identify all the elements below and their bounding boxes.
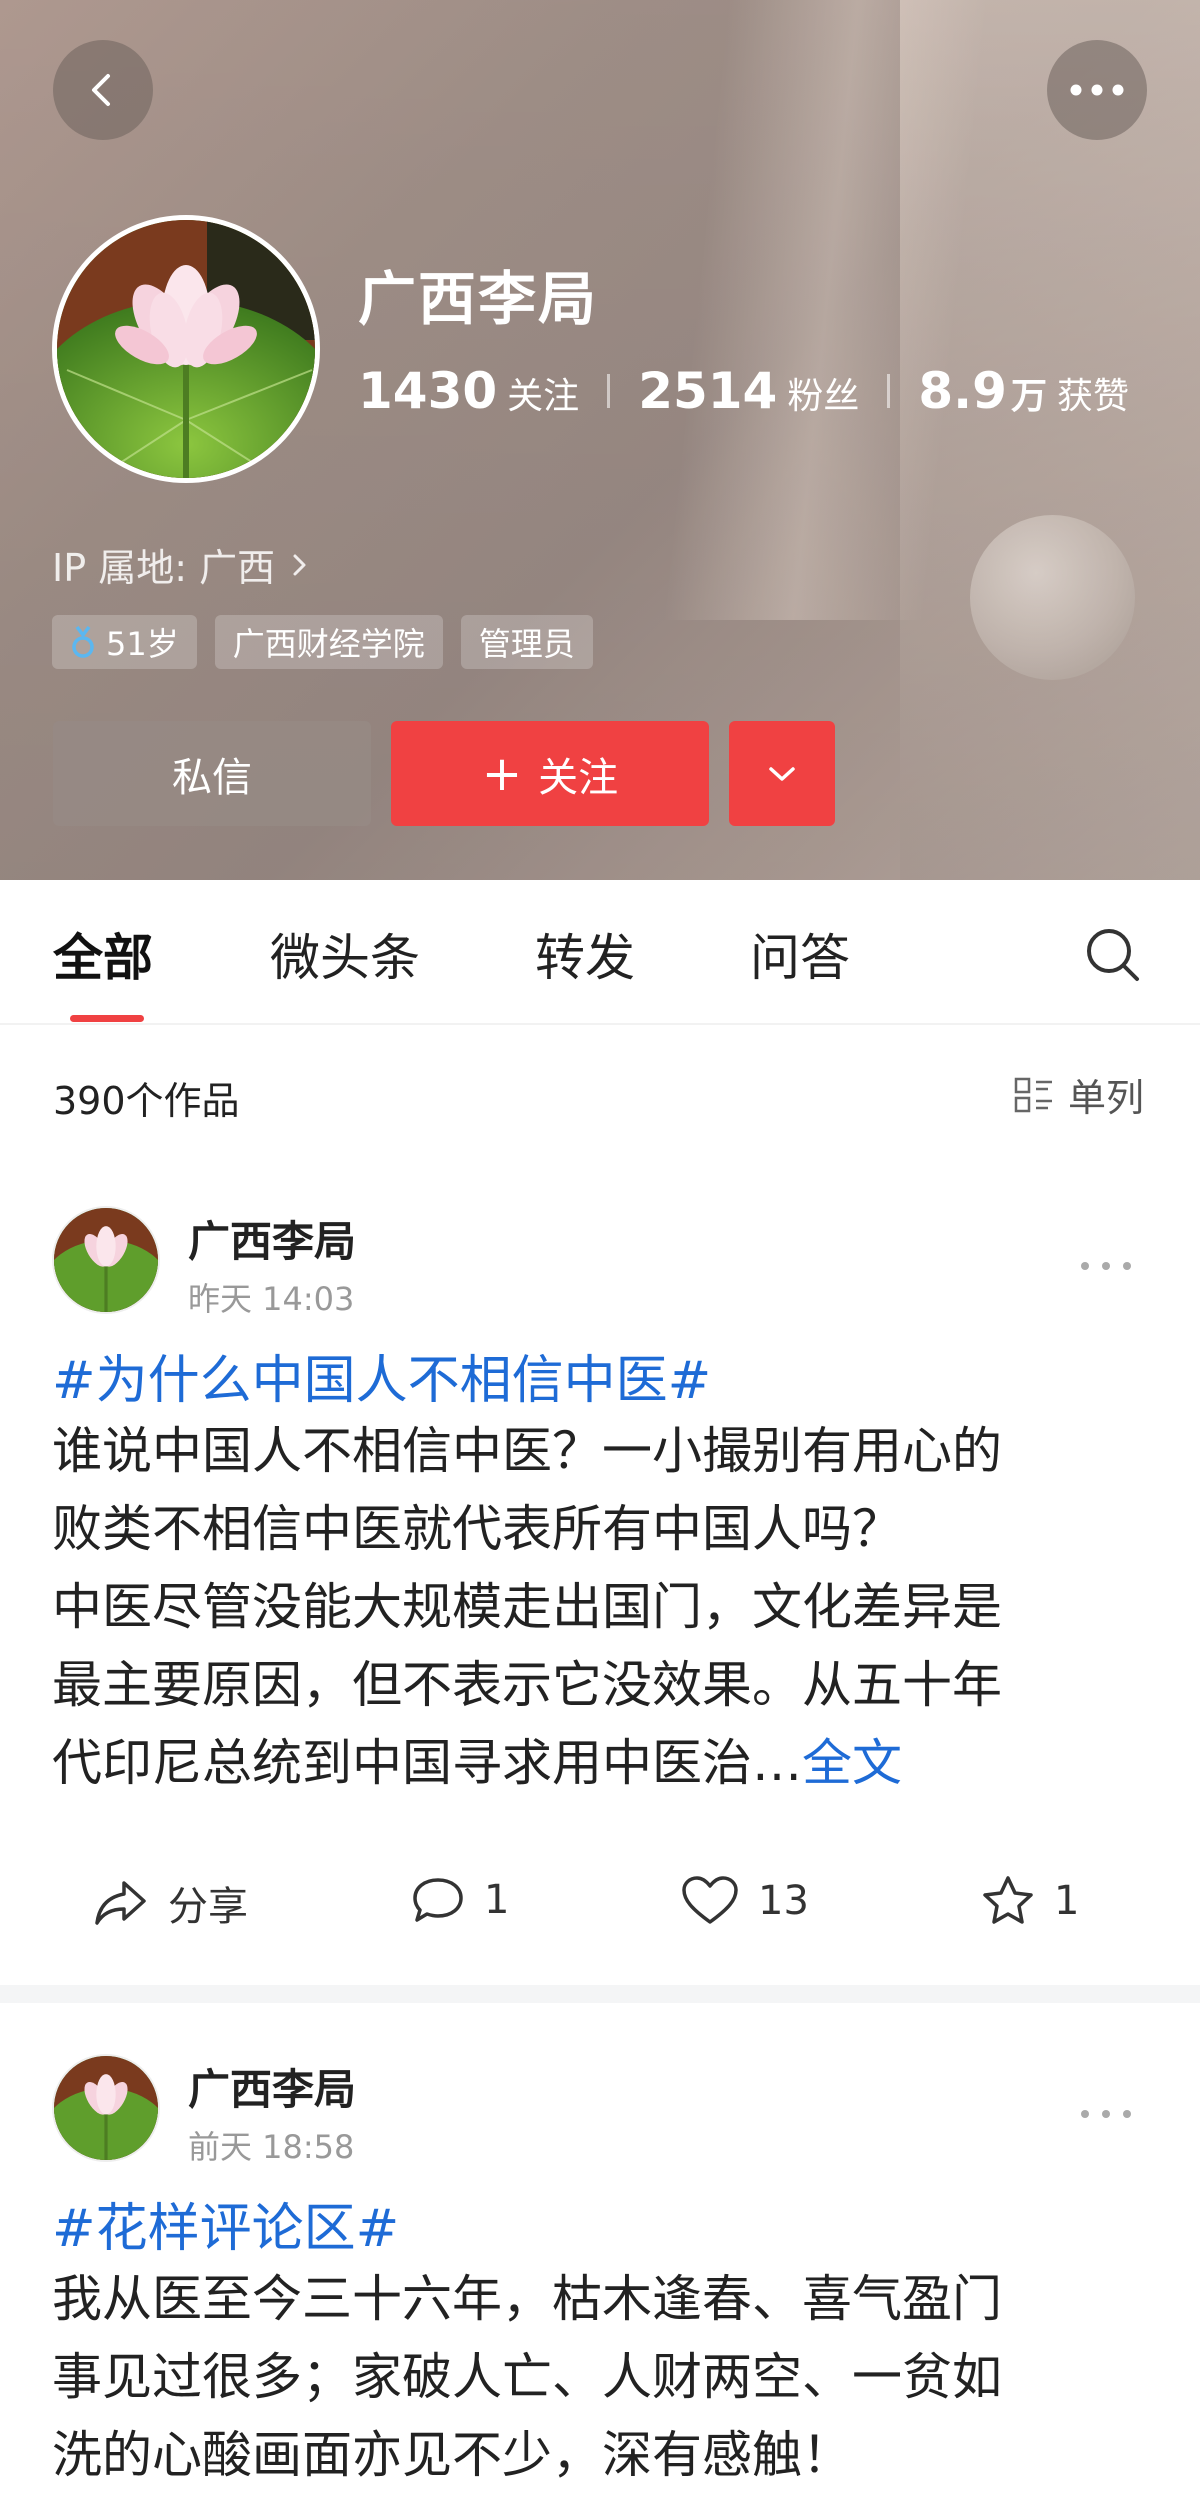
- post-content-line: 最主要原因，但不表示它没效果。从五十年: [52, 1656, 1002, 1714]
- ip-location-link[interactable]: IP 属地: 广西: [52, 537, 315, 592]
- follow-button-label: 关注: [538, 754, 619, 801]
- school-tag: 广西财经学院: [214, 615, 443, 669]
- post-time: 昨天 14:03: [188, 1280, 355, 1318]
- role-tag: 管理员: [460, 615, 593, 669]
- lotus-avatar-image: [54, 1208, 158, 1312]
- heart-icon: [682, 1876, 738, 1924]
- search-button[interactable]: [1083, 925, 1143, 989]
- follow-button[interactable]: + 关注: [391, 721, 709, 826]
- message-button[interactable]: 私信: [53, 721, 371, 826]
- stat-divider: [887, 374, 891, 408]
- age-text: 51岁: [106, 625, 179, 663]
- star-icon: [983, 1876, 1033, 1924]
- share-label: 分享: [168, 1884, 248, 1930]
- recommend-dropdown-button[interactable]: [729, 721, 835, 826]
- more-dots-icon: [1081, 2110, 1131, 2118]
- post-action-bar: 分享 1 13 1: [0, 1840, 1200, 1960]
- post-time: 前天 18:58: [188, 2128, 355, 2166]
- works-count-row: 390个作品 单列: [0, 1025, 1200, 1165]
- post-content-last-line: 代印尼总统到中国寻求用中医治…全文: [52, 1724, 1152, 1802]
- more-dots-icon: [1081, 1262, 1131, 1270]
- post-content-line: 中医尽管没能大规模走出国门，文化差异是: [52, 1578, 1002, 1636]
- tab-micro-headlines[interactable]: 微头条: [270, 918, 420, 990]
- favorite-button[interactable]: 1: [980, 1874, 1079, 1928]
- age-tag: 51岁: [52, 615, 197, 669]
- list-layout-icon: [1014, 1077, 1052, 1112]
- post-content-line: 败类不相信中医就代表所有中国人吗？: [52, 1500, 902, 1558]
- post-author-name[interactable]: 广西李局: [188, 1208, 356, 1269]
- active-tab-indicator: [70, 1015, 144, 1022]
- followers-label[interactable]: 粉丝: [787, 367, 859, 419]
- male-gender-icon: [72, 625, 94, 658]
- post-content[interactable]: 谁说中国人不相信中医？一小撮别有用心的 败类不相信中医就代表所有中国人吗？ 中医…: [52, 1412, 1152, 1802]
- comment-icon: [413, 1878, 463, 1922]
- likes-label: 获赞: [1056, 376, 1129, 417]
- stat-divider: [607, 374, 611, 408]
- works-count: 390个作品: [53, 1079, 240, 1123]
- profile-tags: 51岁 广西财经学院 管理员: [52, 615, 593, 669]
- following-label[interactable]: 关注: [507, 367, 579, 419]
- post-topic-hashtag[interactable]: #为什么中国人不相信中医#: [52, 1338, 711, 1413]
- post-topic-hashtag[interactable]: #花样评论区#: [52, 2186, 399, 2261]
- profile-name: 广西李局: [358, 265, 599, 333]
- post-content-line: 代印尼总统到中国寻求用中医治…: [52, 1734, 802, 1792]
- layout-toggle-button[interactable]: 单列: [1014, 1067, 1144, 1122]
- read-full-text-link[interactable]: 全文: [802, 1734, 902, 1792]
- post-content[interactable]: 我从医至今三十六年，枯木逢春、喜气盈门 事见过很多；家破人亡、人财两空、一贫如 …: [52, 2260, 1152, 2494]
- following-count[interactable]: 1430: [358, 362, 497, 420]
- content-tabs: 全部 微头条 转发 问答: [0, 880, 1200, 1025]
- chevron-right-icon: [293, 554, 306, 575]
- likes-unit: 万: [1010, 376, 1047, 417]
- search-icon: [1087, 929, 1139, 981]
- more-options-button[interactable]: [1047, 40, 1147, 140]
- like-button[interactable]: 13: [680, 1874, 809, 1928]
- more-dots-icon: [1070, 84, 1124, 96]
- post-author-avatar[interactable]: [52, 1206, 160, 1314]
- layout-toggle-label: 单列: [1068, 1076, 1145, 1120]
- share-icon: [95, 1881, 146, 1925]
- followers-count[interactable]: 2514: [638, 362, 777, 420]
- post-more-button[interactable]: [1080, 2083, 1132, 2129]
- post-author-name[interactable]: 广西李局: [188, 2056, 356, 2117]
- post-author-avatar[interactable]: [52, 2054, 160, 2162]
- tab-qa[interactable]: 问答: [750, 918, 850, 990]
- comment-button[interactable]: 1: [410, 1874, 509, 1926]
- back-button[interactable]: [53, 40, 153, 140]
- post-divider: [0, 1985, 1200, 2003]
- chevron-down-icon: [769, 766, 795, 781]
- profile-header: 广西李局 1430 关注 2514 粉丝 8.9 万 获赞 IP 属地: 广西 …: [0, 0, 1200, 880]
- share-button[interactable]: 分享: [92, 1874, 248, 1932]
- lotus-avatar-image: [54, 2056, 158, 2160]
- tab-all[interactable]: 全部: [53, 918, 153, 990]
- favorite-count: 1: [1054, 1878, 1080, 1924]
- post-more-button[interactable]: [1080, 1235, 1132, 1281]
- ip-location-text: IP 属地: 广西: [52, 546, 276, 590]
- post-content-line: 洗的心酸画面亦见不少，深有感触！: [52, 2426, 852, 2484]
- post-content-line: 事见过很多；家破人亡、人财两空、一贫如: [52, 2348, 1002, 2406]
- profile-stats: 1430 关注 2514 粉丝 8.9 万 获赞: [358, 362, 1129, 420]
- lotus-avatar-image: [57, 220, 315, 478]
- message-button-label: 私信: [172, 754, 252, 801]
- tab-reposts[interactable]: 转发: [535, 918, 635, 990]
- like-count: 13: [758, 1878, 809, 1924]
- avatar[interactable]: [52, 215, 320, 483]
- post-content-line: 我从医至今三十六年，枯木逢春、喜气盈门: [52, 2270, 1002, 2328]
- likes-count: 8.9: [918, 362, 1007, 420]
- comment-count: 1: [484, 1877, 510, 1923]
- chevron-left-icon: [92, 74, 110, 106]
- post-content-line: 谁说中国人不相信中医？一小撮别有用心的: [52, 1422, 1002, 1480]
- plus-icon: +: [481, 745, 523, 802]
